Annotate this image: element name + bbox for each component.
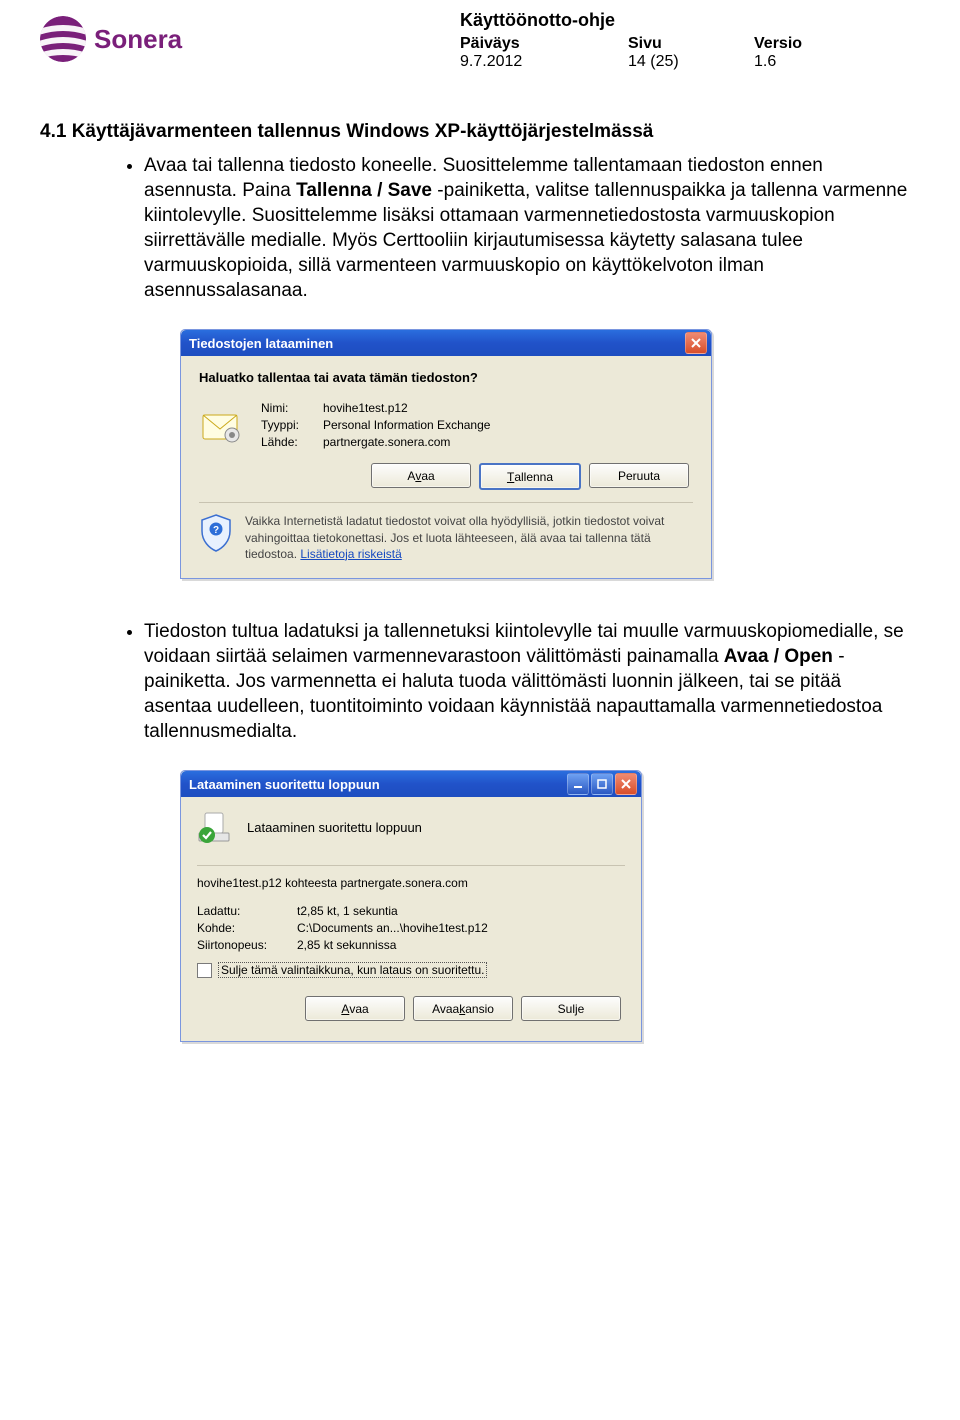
file-download-prompt: Haluatko tallentaa tai avata tämän tiedo… — [199, 370, 693, 385]
company-logo: Sonera — [40, 16, 182, 62]
download-complete-title: Lataaminen suoritettu loppuun — [189, 777, 380, 792]
file-download-titlebar[interactable]: Tiedostojen lataaminen — [181, 330, 711, 356]
dialog-separator — [199, 502, 693, 503]
open-button[interactable]: Avaa — [305, 996, 405, 1021]
document-title: Käyttöönotto-ohje — [460, 10, 880, 31]
section-heading: 4.1 Käyttäjävarmenteen tallennus Windows… — [40, 121, 920, 143]
document-meta: Käyttöönotto-ohje Päiväys Sivu Versio 9.… — [460, 10, 880, 71]
security-warning-row: ? Vaikka Internetistä ladatut tiedostot … — [199, 513, 693, 562]
value-type: Personal Information Exchange — [323, 418, 490, 432]
close-icon[interactable] — [615, 773, 637, 795]
value-version: 1.6 — [754, 53, 880, 71]
save-button[interactable]: Tallenna — [479, 463, 581, 490]
checkbox-icon[interactable] — [197, 963, 212, 978]
value-source: partnergate.sonera.com — [323, 435, 490, 449]
file-download-dialog: Tiedostojen lataaminen Haluatko tallenta… — [180, 329, 712, 579]
dialog-separator — [197, 865, 625, 866]
value-loaded: t2,85 kt, 1 sekuntia — [297, 904, 625, 918]
download-complete-body: Lataaminen suoritettu loppuun hovihe1tes… — [181, 797, 641, 1041]
label-target: Kohde: — [197, 921, 297, 935]
minimize-icon[interactable] — [567, 773, 589, 795]
file-download-title: Tiedostojen lataaminen — [189, 336, 333, 351]
sonera-swirl-icon — [40, 16, 86, 62]
file-download-body: Haluatko tallentaa tai avata tämän tiedo… — [181, 356, 711, 578]
more-info-link[interactable]: Lisätietoja riskeistä — [300, 547, 401, 561]
company-name: Sonera — [94, 24, 182, 55]
bullet-block-1: Avaa tai tallenna tiedosto koneelle. Suo… — [120, 153, 910, 303]
maximize-icon[interactable] — [591, 773, 613, 795]
download-complete-titlebar[interactable]: Lataaminen suoritettu loppuun — [181, 771, 641, 797]
value-name: hovihe1test.p12 — [323, 401, 490, 415]
document-meta-values: 9.7.2012 14 (25) 1.6 — [460, 53, 880, 71]
bullet-block-2: Tiedoston tultua ladatuksi ja tallennetu… — [120, 619, 910, 744]
value-page: 14 (25) — [628, 53, 754, 71]
label-source: Lähde: — [261, 435, 315, 449]
document-header: Sonera Käyttöönotto-ohje Päiväys Sivu Ve… — [40, 10, 920, 71]
bullet1-text-bold: Tallenna / Save — [296, 180, 432, 201]
bullet-item-1: Avaa tai tallenna tiedosto koneelle. Suo… — [144, 153, 910, 303]
value-target: C:\Documents an...\hovihe1test.p12 — [297, 921, 625, 935]
bullet-item-2: Tiedoston tultua ladatuksi ja tallennetu… — [144, 619, 910, 744]
bullet2-text-bold: Avaa / Open — [724, 646, 833, 667]
label-speed: Siirtonopeus: — [197, 938, 297, 952]
value-date: 9.7.2012 — [460, 53, 628, 71]
download-file-line: hovihe1test.p12 kohteesta partnergate.so… — [197, 876, 625, 890]
shield-icon: ? — [199, 513, 233, 562]
label-version: Versio — [754, 35, 880, 53]
close-after-download-checkbox[interactable]: Sulje tämä valintaikkuna, kun lataus on … — [197, 962, 625, 978]
cancel-button[interactable]: Peruuta — [589, 463, 689, 488]
download-complete-dialog: Lataaminen suoritettu loppuun — [180, 770, 642, 1042]
close-button[interactable]: Sulje — [521, 996, 621, 1021]
page: Sonera Käyttöönotto-ohje Päiväys Sivu Ve… — [0, 0, 960, 1142]
value-speed: 2,85 kt sekunnissa — [297, 938, 625, 952]
label-type: Tyyppi: — [261, 418, 315, 432]
file-properties: Nimi: hovihe1test.p12 Tyyppi: Personal I… — [261, 401, 490, 449]
download-complete-icon — [197, 809, 233, 845]
label-name: Nimi: — [261, 401, 315, 415]
label-loaded: Ladattu: — [197, 904, 297, 918]
svg-text:?: ? — [213, 525, 219, 536]
open-button[interactable]: Avaa — [371, 463, 471, 488]
checkbox-label: Sulje tämä valintaikkuna, kun lataus on … — [218, 962, 487, 978]
document-meta-labels: Päiväys Sivu Versio — [460, 35, 880, 53]
open-folder-button[interactable]: Avaa kansio — [413, 996, 513, 1021]
label-date: Päiväys — [460, 35, 628, 53]
download-properties: Ladattu: t2,85 kt, 1 sekuntia Kohde: C:\… — [197, 904, 625, 952]
label-page: Sivu — [628, 35, 754, 53]
download-complete-headline: Lataaminen suoritettu loppuun — [247, 820, 422, 835]
close-icon[interactable] — [685, 332, 707, 354]
certificate-file-icon — [199, 405, 243, 449]
